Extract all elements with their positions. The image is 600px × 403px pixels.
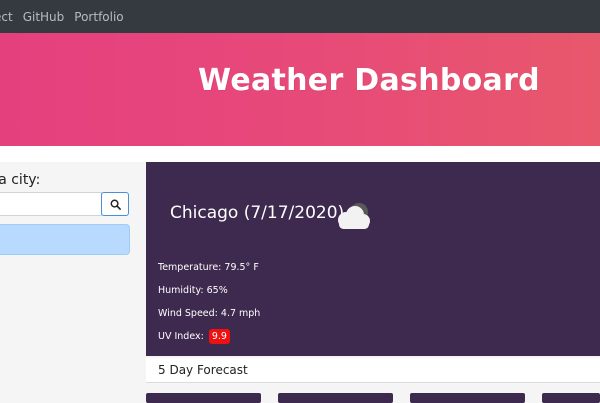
uv-index-badge: 9.9 — [208, 329, 230, 344]
forecast-card — [278, 393, 393, 403]
temperature-text: Temperature: 79.5° F — [158, 262, 259, 273]
city-heading: Chicago (7/17/2020) — [170, 203, 345, 223]
forecast-card — [410, 393, 525, 403]
forecast-card — [542, 393, 600, 403]
humidity-text: Humidity: 65% — [158, 285, 228, 296]
current-weather-card: Chicago (7/17/2020) Temperature: 79.5° F… — [146, 162, 600, 356]
page-title: Weather Dashboard — [198, 63, 540, 98]
search-icon — [110, 199, 121, 210]
top-navbar: ect GitHub Portfolio — [0, 0, 600, 33]
wind-speed-text: Wind Speed: 4.7 mph — [158, 308, 261, 319]
nav-link-github[interactable]: GitHub — [23, 10, 65, 24]
city-search-input[interactable] — [0, 192, 102, 216]
forecast-card — [146, 393, 261, 403]
uv-index-row: UV Index: 9.9 — [158, 329, 230, 344]
uv-index-label: UV Index: — [158, 331, 204, 342]
section-divider — [0, 146, 600, 162]
forecast-header: 5 Day Forecast — [146, 358, 600, 383]
city-search-label: r a city: — [0, 172, 41, 188]
search-history-item[interactable] — [0, 224, 130, 255]
cloudy-icon — [338, 203, 370, 229]
forecast-title: 5 Day Forecast — [158, 363, 248, 377]
nav-link-project[interactable]: ect — [0, 10, 13, 24]
nav-link-portfolio[interactable]: Portfolio — [74, 10, 123, 24]
search-button[interactable] — [101, 192, 129, 216]
